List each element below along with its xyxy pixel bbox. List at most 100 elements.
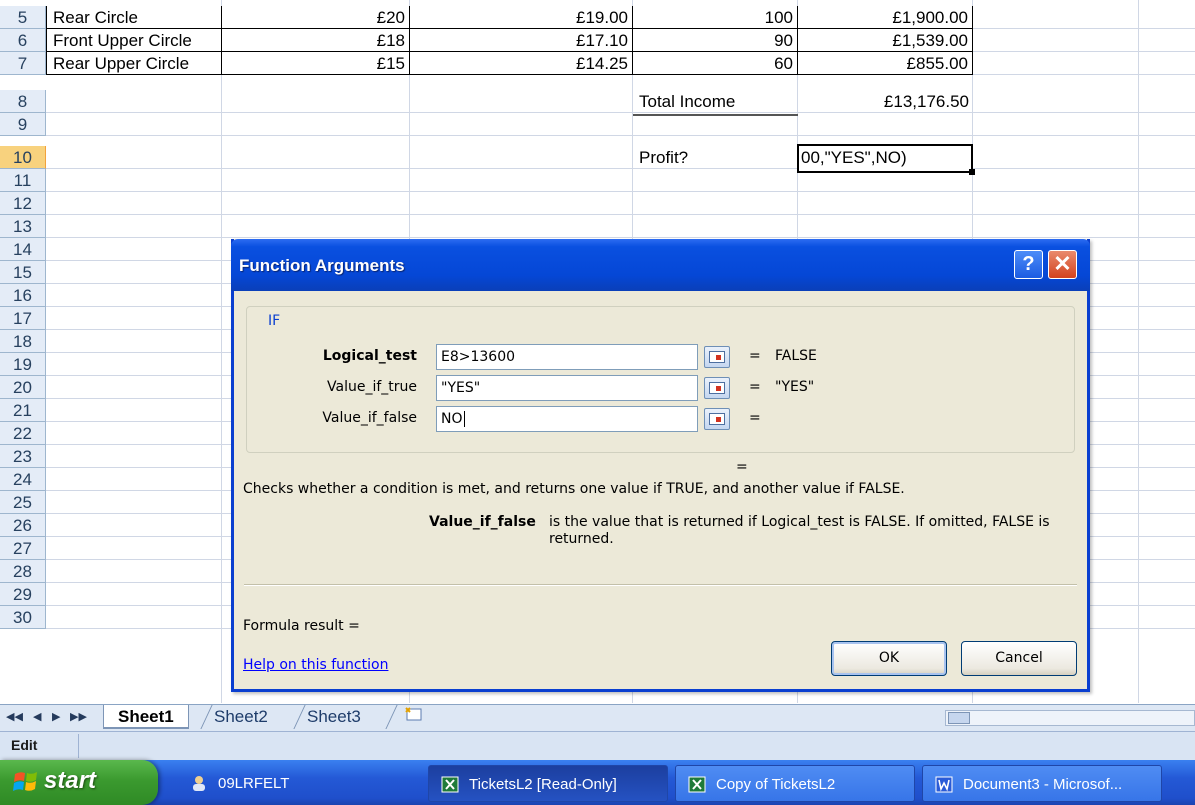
total-income-label[interactable]: Total Income — [633, 90, 798, 113]
next-sheet-icon[interactable]: ▶ — [52, 710, 60, 723]
taskbar-item-label: TicketsL2 [Read-Only] — [469, 776, 617, 793]
row-header[interactable]: 5 — [0, 6, 46, 29]
arg-result-logical-test: FALSE — [775, 348, 817, 364]
row-header[interactable]: 14 — [0, 238, 46, 261]
row-header[interactable]: 21 — [0, 399, 46, 422]
table-row[interactable]: 13 — [0, 215, 1195, 238]
row-header[interactable]: 6 — [0, 29, 46, 52]
cell-quantity[interactable]: 100 — [632, 6, 798, 29]
cell-price[interactable]: £18 — [221, 29, 410, 52]
row-header[interactable]: 24 — [0, 468, 46, 491]
row-header[interactable]: 19 — [0, 353, 46, 376]
tab-sheet1[interactable]: Sheet1 — [103, 705, 189, 729]
taskbar-item-user[interactable]: 09LRFELT — [178, 765, 413, 802]
row-header[interactable]: 28 — [0, 560, 46, 583]
cell-income[interactable]: £1,900.00 — [797, 6, 973, 29]
taskbar-item-label: 09LRFELT — [218, 775, 290, 792]
row-header[interactable]: 30 — [0, 606, 46, 629]
active-cell-text: 00,"YES",NO) — [801, 148, 907, 167]
collapse-dialog-button[interactable] — [704, 408, 730, 430]
cell-seat-name[interactable]: Rear Circle — [46, 6, 222, 29]
collapse-dialog-button[interactable] — [704, 377, 730, 399]
arg-label-logical-test: Logical_test — [322, 348, 417, 364]
row-header[interactable]: 29 — [0, 583, 46, 606]
row-header[interactable]: 7 — [0, 52, 46, 75]
row-header[interactable]: 20 — [0, 376, 46, 399]
taskbar-item-document3[interactable]: Document3 - Microsof... — [922, 765, 1162, 802]
help-button[interactable]: ? — [1014, 250, 1043, 279]
cell-quantity[interactable]: 90 — [632, 29, 798, 52]
row-header[interactable]: 22 — [0, 422, 46, 445]
status-mode: Edit — [11, 737, 38, 753]
help-on-function-link[interactable]: Help on this function — [243, 657, 388, 673]
table-row[interactable]: 6 Front Upper Circle £18 £17.10 90 £1,53… — [0, 29, 1195, 52]
scrollbar-thumb[interactable] — [948, 712, 970, 724]
excel-icon — [688, 776, 706, 793]
taskbar-item-ticketsl2[interactable]: TicketsL2 [Read-Only] — [428, 765, 668, 802]
function-arguments-dialog: Function Arguments ? ✕ IF Logical_test E… — [231, 239, 1090, 692]
horizontal-scrollbar[interactable] — [945, 710, 1195, 726]
row-header[interactable]: 27 — [0, 537, 46, 560]
table-row[interactable]: 10 Profit? — [0, 146, 1195, 169]
value-if-false-input[interactable]: NO — [436, 406, 698, 432]
cell-seat-name[interactable]: Front Upper Circle — [46, 29, 222, 52]
formula-result-label: Formula result = — [243, 618, 360, 634]
row-header[interactable]: 8 — [0, 90, 46, 113]
cell-quantity[interactable]: 60 — [632, 52, 798, 75]
taskbar-item-label: Document3 - Microsof... — [963, 776, 1123, 793]
table-row[interactable]: 9 — [0, 113, 1195, 136]
table-row[interactable]: 8 Total Income £13,176.50 — [0, 90, 1195, 113]
table-row[interactable]: 11 — [0, 169, 1195, 192]
active-cell-editor[interactable]: 00,"YES",NO) — [797, 144, 975, 175]
range-select-dot — [716, 386, 721, 391]
cell-income[interactable]: £855.00 — [797, 52, 973, 75]
tab-sheet2[interactable]: Sheet2 — [200, 705, 282, 729]
cell-discounted[interactable]: £14.25 — [409, 52, 633, 75]
value-if-true-value: "YES" — [441, 380, 481, 396]
row-header[interactable]: 9 — [0, 113, 46, 136]
table-row[interactable]: 7 Rear Upper Circle £15 £14.25 60 £855.0… — [0, 52, 1195, 75]
table-row[interactable]: 12 — [0, 192, 1195, 215]
taskbar-item-copy-ticketsl2[interactable]: Copy of TicketsL2 — [675, 765, 915, 802]
cell-price[interactable]: £20 — [221, 6, 410, 29]
row-header[interactable]: 12 — [0, 192, 46, 215]
collapse-dialog-button[interactable] — [704, 346, 730, 368]
row-header[interactable]: 17 — [0, 307, 46, 330]
row-header[interactable]: 18 — [0, 330, 46, 353]
last-sheet-icon[interactable]: ▶▶ — [70, 710, 87, 723]
value-if-true-input[interactable]: "YES" — [436, 375, 698, 401]
tab-sheet3[interactable]: Sheet3 — [293, 705, 375, 729]
row-header[interactable]: 25 — [0, 491, 46, 514]
cell-discounted[interactable]: £19.00 — [409, 6, 633, 29]
range-select-icon — [709, 351, 725, 363]
row-header[interactable]: 16 — [0, 284, 46, 307]
row-header-selected[interactable]: 10 — [0, 146, 46, 169]
ok-button[interactable]: OK — [831, 641, 947, 676]
table-row[interactable]: 5 Rear Circle £20 £19.00 100 £1,900.00 — [0, 6, 1195, 29]
user-icon — [193, 776, 205, 791]
row-header[interactable]: 26 — [0, 514, 46, 537]
close-button[interactable]: ✕ — [1048, 250, 1077, 279]
insert-sheet-icon[interactable] — [396, 705, 432, 729]
status-divider — [78, 734, 79, 758]
first-sheet-icon[interactable]: ◀◀ — [6, 710, 23, 723]
logical-test-input[interactable]: E8>13600 — [436, 344, 698, 370]
fill-handle[interactable] — [969, 169, 975, 175]
row-header[interactable]: 15 — [0, 261, 46, 284]
cancel-button[interactable]: Cancel — [961, 641, 1077, 676]
dialog-titlebar[interactable]: Function Arguments ? ✕ — [231, 239, 1090, 291]
arguments-groupbox: IF Logical_test E8>13600 = FALSE Value_i… — [246, 306, 1075, 453]
row-header[interactable]: 11 — [0, 169, 46, 192]
cell-seat-name[interactable]: Rear Upper Circle — [46, 52, 222, 75]
total-income-value[interactable]: £13,176.50 — [797, 90, 973, 113]
range-select-dot — [716, 355, 721, 360]
row-header[interactable]: 13 — [0, 215, 46, 238]
argument-description-text: is the value that is returned if Logical… — [549, 514, 1050, 547]
cell-discounted[interactable]: £17.10 — [409, 29, 633, 52]
cell-price[interactable]: £15 — [221, 52, 410, 75]
prev-sheet-icon[interactable]: ◀ — [33, 710, 41, 723]
cell-income[interactable]: £1,539.00 — [797, 29, 973, 52]
row-header[interactable]: 23 — [0, 445, 46, 468]
profit-label[interactable]: Profit? — [633, 146, 798, 169]
start-button[interactable]: start — [0, 760, 158, 805]
